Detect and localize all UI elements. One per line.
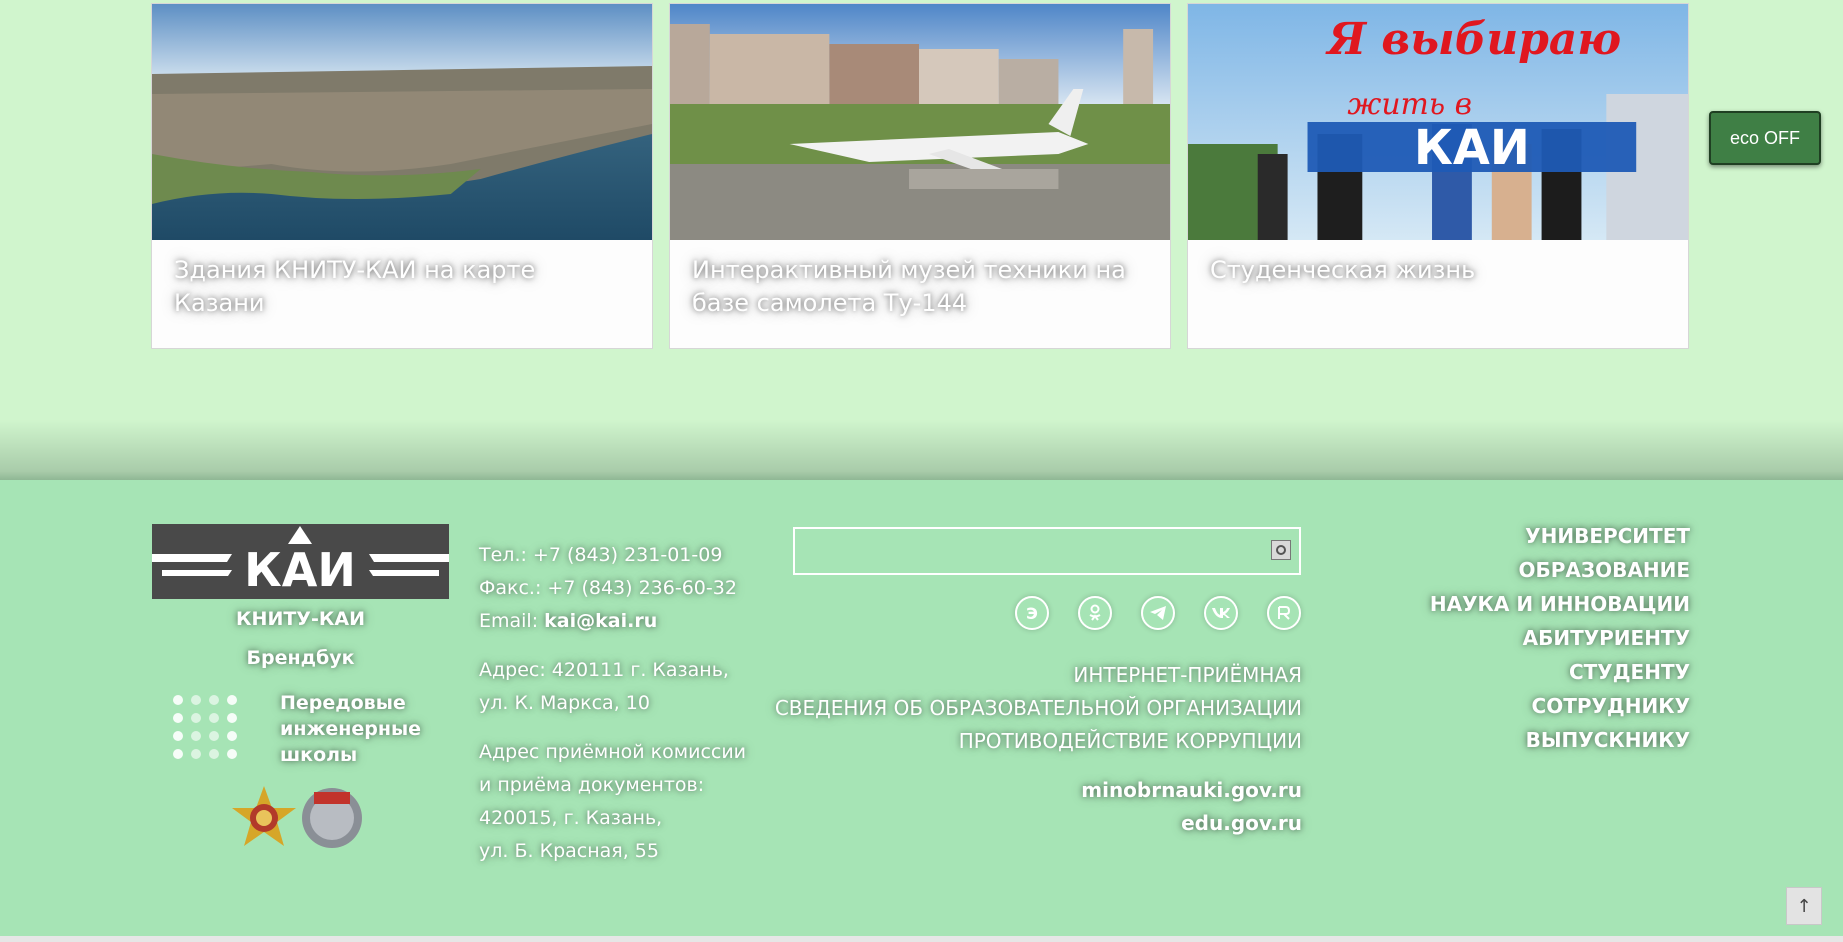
email-link[interactable]: kai@kai.ru — [544, 610, 657, 632]
email-label: Email: — [479, 610, 539, 632]
search-box — [793, 527, 1301, 575]
link-org-info[interactable]: СВЕДЕНИЯ ОБ ОБРАЗОВАТЕЛЬНОЙ ОРГАНИЗАЦИИ — [775, 692, 1302, 725]
link-internet-reception[interactable]: ИНТЕРНЕТ-ПРИЁМНАЯ — [775, 659, 1302, 692]
address-block: Адрес: 420111 г. Казань, ул. К. Маркса, … — [479, 659, 729, 714]
fax-text: Факс.: +7 (843) 236-60-32 — [479, 577, 737, 599]
contacts-block: Тел.: +7 (843) 231-01-09 Факс.: +7 (843)… — [479, 539, 759, 884]
social-links: Э — [1015, 596, 1301, 636]
nav-student[interactable]: СТУДЕНТУ — [1430, 655, 1690, 689]
email-row: Email: kai@kai.ru — [479, 605, 759, 638]
card-museum-tu144[interactable]: Интерактивный музей техники на базе само… — [669, 3, 1171, 349]
search-input[interactable] — [795, 529, 1275, 573]
scroll-to-top-button[interactable]: ↑ — [1786, 887, 1822, 925]
phone-text[interactable]: Тел.: +7 (843) 231-01-09 — [479, 539, 759, 572]
search-button[interactable] — [1271, 540, 1291, 560]
eco-mode-toggle-button[interactable]: eco OFF — [1709, 111, 1821, 165]
image-logo-kai: КАИ — [1414, 121, 1530, 176]
e-icon[interactable]: Э — [1015, 596, 1049, 630]
gov-sites: minobrnauki.gov.ru edu.gov.ru — [1081, 774, 1302, 840]
nav-applicant[interactable]: АБИТУРИЕНТУ — [1430, 621, 1690, 655]
card-image-tu144 — [670, 4, 1170, 240]
nav-education[interactable]: ОБРАЗОВАНИЕ — [1430, 553, 1690, 587]
nav-university[interactable]: УНИВЕРСИТЕТ — [1430, 519, 1690, 553]
dots-icon — [173, 695, 237, 759]
footer-nav: УНИВЕРСИТЕТ ОБРАЗОВАНИЕ НАУКА И ИННОВАЦИ… — [1430, 519, 1690, 757]
card-image-students: Я выбираю жить в КАИ — [1188, 4, 1688, 240]
footer-shadow — [0, 420, 1843, 480]
nav-graduate[interactable]: ВЫПУСКНИКУ — [1430, 723, 1690, 757]
admission-address-block: Адрес приёмной комиссии и приёма докумен… — [479, 741, 747, 862]
link-edu-gov[interactable]: edu.gov.ru — [1081, 807, 1302, 840]
kai-logo-text: КАИ — [244, 543, 356, 597]
brand-name: КНИТУ-КАИ — [236, 608, 365, 630]
card-title[interactable]: Интерактивный музей техники на базе само… — [692, 254, 1148, 320]
card-title[interactable]: Студенческая жизнь — [1210, 254, 1666, 287]
card-title[interactable]: Здания КНИТУ-КАИ на карте Казани — [174, 254, 630, 320]
telegram-icon[interactable] — [1141, 596, 1175, 630]
nav-employee[interactable]: СОТРУДНИКУ — [1430, 689, 1690, 723]
image-slogan-1: Я выбираю — [1324, 14, 1621, 65]
card-student-life[interactable]: Я выбираю жить в КАИ Студенческая жизнь — [1187, 3, 1689, 349]
card-buildings-map[interactable]: Здания КНИТУ-КАИ на карте Казани — [151, 3, 653, 349]
image-slogan-2: жить в — [1347, 87, 1472, 122]
orders-icon — [232, 786, 362, 848]
footer-links: ИНТЕРНЕТ-ПРИЁМНАЯ СВЕДЕНИЯ ОБ ОБРАЗОВАТЕ… — [775, 659, 1302, 758]
kai-logo[interactable]: КАИ — [152, 524, 449, 599]
link-minobrnauki[interactable]: minobrnauki.gov.ru — [1081, 774, 1302, 807]
card-image-kazan-aerial — [152, 4, 652, 240]
brandbook-link[interactable]: Брендбук — [152, 647, 449, 669]
pish-text: Передовые инженерные школы — [280, 692, 422, 766]
rutube-icon[interactable] — [1267, 596, 1301, 630]
cards-row: Здания КНИТУ-КАИ на карте Казани Интерак… — [151, 3, 1691, 351]
advanced-engineering-schools-logo[interactable]: Передовые инженерные школы — [172, 690, 442, 770]
search-icon — [1276, 545, 1286, 555]
link-anti-corruption[interactable]: ПРОТИВОДЕЙСТВИЕ КОРРУПЦИИ — [775, 725, 1302, 758]
vk-icon[interactable] — [1204, 596, 1238, 630]
nav-science[interactable]: НАУКА И ИННОВАЦИИ — [1430, 587, 1690, 621]
odnoklassniki-icon[interactable] — [1078, 596, 1112, 630]
horizontal-scrollbar[interactable] — [0, 936, 1843, 942]
